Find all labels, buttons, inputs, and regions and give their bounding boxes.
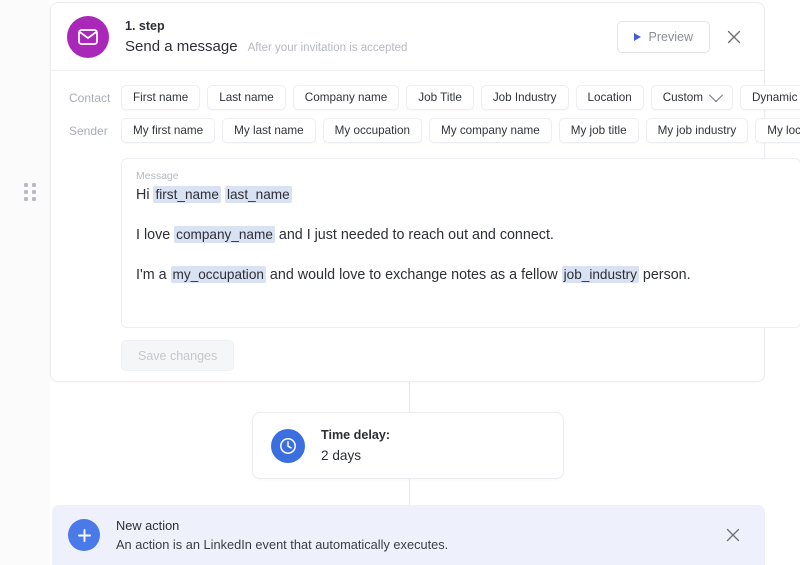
new-action-bar[interactable]: New action An action is an LinkedIn even…	[52, 505, 765, 565]
header-actions: Preview	[616, 20, 744, 53]
step-number-label: 1. step	[125, 18, 165, 33]
drag-dot	[32, 183, 36, 187]
preview-button[interactable]: Preview	[616, 20, 710, 53]
chip-label: Job Title	[418, 91, 462, 104]
chip-label: Custom	[662, 91, 703, 104]
message-text: Hi	[136, 187, 154, 203]
chip-label: Company name	[304, 91, 388, 104]
drag-handle[interactable]	[24, 183, 39, 203]
message-text: person.	[638, 267, 691, 283]
message-text: I'm a	[136, 267, 171, 283]
variable-token-last-name: last_name	[224, 186, 292, 203]
close-step-icon[interactable]	[724, 27, 744, 47]
chip-label: Dynamic	[751, 91, 798, 104]
drag-dot	[32, 190, 36, 194]
chip-job-title[interactable]: Job Title	[406, 85, 474, 110]
message-line: I love company_name and I just needed to…	[136, 225, 786, 245]
new-action-title: New action	[116, 517, 180, 533]
preview-button-label: Preview	[648, 29, 693, 44]
chip-last-name[interactable]: Last name	[207, 85, 286, 110]
drag-dot	[24, 190, 28, 194]
variable-token-first-name: first_name	[153, 186, 221, 203]
message-line: I'm a my_occupation and would love to ex…	[136, 265, 786, 285]
chip-my-job-industry[interactable]: My job industry	[645, 118, 749, 143]
drag-dot	[24, 197, 28, 201]
message-field-label: Message	[136, 170, 179, 182]
time-delay-title: Time delay:	[321, 427, 391, 442]
variable-chip-rows: Contact First name Last name Company nam…	[51, 71, 800, 143]
message-text: I love	[136, 227, 175, 243]
variable-token-my-occupation: my_occupation	[170, 266, 266, 283]
sender-row-label: Sender	[69, 123, 108, 138]
plus-icon[interactable]	[68, 519, 100, 551]
time-delay-value: 2 days	[321, 447, 362, 463]
chip-label: My last name	[234, 124, 304, 137]
chip-label: My job title	[570, 124, 627, 137]
message-input[interactable]: Message Hi first_name last_name I love c…	[121, 158, 800, 328]
chip-label: My job industry	[657, 124, 737, 137]
step-card: 1. step Send a message After your invita…	[50, 2, 800, 382]
save-changes-label: Save changes	[138, 348, 218, 363]
chip-location[interactable]: Location	[575, 85, 644, 110]
contact-row-label: Contact	[69, 90, 111, 105]
chip-label: My first name	[133, 124, 204, 137]
message-line: Hi first_name last_name	[136, 185, 786, 205]
envelope-icon	[67, 15, 109, 58]
left-gutter	[0, 0, 50, 565]
new-action-text: New action An action is an LinkedIn even…	[116, 517, 723, 554]
chip-company-name[interactable]: Company name	[292, 85, 400, 110]
save-changes-button[interactable]: Save changes	[121, 340, 235, 371]
drag-dot	[24, 183, 28, 187]
chip-my-company-name[interactable]: My company name	[429, 118, 552, 143]
flow-connector-line	[409, 477, 410, 507]
variable-token-company-name: company_name	[174, 226, 275, 243]
close-new-action-icon[interactable]	[723, 525, 743, 545]
chip-first-name[interactable]: First name	[121, 85, 201, 110]
chip-my-last-name[interactable]: My last name	[222, 118, 316, 143]
clock-icon	[271, 428, 305, 463]
chip-label: My location	[767, 124, 800, 137]
page-title: Send a message	[125, 37, 238, 55]
time-delay-text: Time delay: 2 days	[321, 427, 390, 465]
message-text: and would love to exchange notes as a fe…	[265, 267, 562, 283]
chip-label: First name	[133, 91, 189, 104]
chip-job-industry[interactable]: Job Industry	[480, 85, 569, 110]
variable-token-job-industry: job_industry	[561, 266, 639, 283]
sender-variable-row: Sender My first name My last name My occ…	[69, 118, 800, 143]
play-icon	[633, 32, 641, 41]
chip-label: Location	[587, 91, 632, 104]
message-content: Hi first_name last_name I love company_n…	[136, 185, 786, 285]
step-card-header: 1. step Send a message After your invita…	[51, 3, 764, 71]
message-text: and I just needed to reach out and conne…	[274, 227, 554, 243]
chevron-down-icon	[708, 87, 724, 102]
chip-my-first-name[interactable]: My first name	[121, 118, 216, 143]
chip-label: My company name	[441, 124, 540, 137]
chip-label: Last name	[219, 91, 274, 104]
new-action-subtitle: An action is an LinkedIn event that auto…	[116, 536, 449, 552]
chip-my-occupation[interactable]: My occupation	[322, 118, 422, 143]
step-title-group: 1. step Send a message After your invita…	[125, 18, 617, 56]
contact-variable-row: Contact First name Last name Company nam…	[69, 85, 800, 110]
chip-my-job-title[interactable]: My job title	[558, 118, 639, 143]
step-subtitle: After your invitation is accepted	[247, 41, 408, 54]
chip-my-location[interactable]: My location	[755, 118, 800, 143]
chip-label: Job Industry	[492, 91, 557, 104]
chip-custom-dropdown[interactable]: Custom	[650, 85, 733, 110]
flow-connector-line	[409, 382, 410, 413]
chip-label: My occupation	[334, 124, 410, 137]
time-delay-card[interactable]: Time delay: 2 days	[252, 412, 564, 479]
chip-dynamic-dropdown[interactable]: Dynamic	[739, 85, 800, 110]
drag-dot	[32, 197, 36, 201]
